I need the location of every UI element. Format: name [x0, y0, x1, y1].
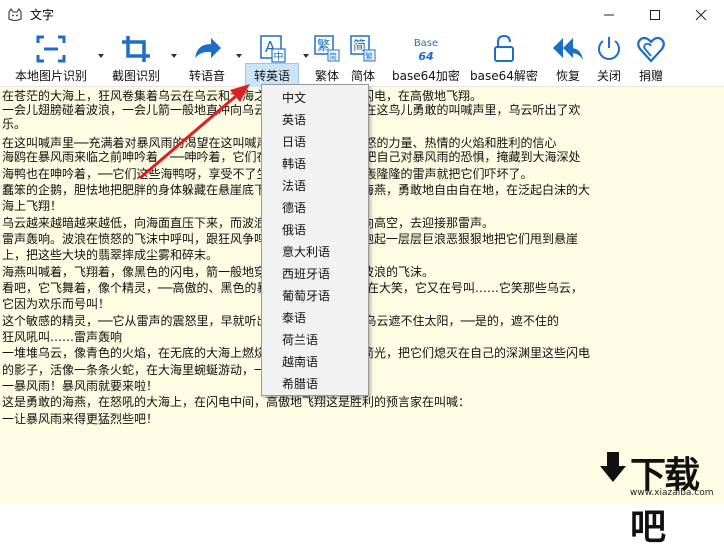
menu-item-greek[interactable]: 希腊语 — [262, 373, 368, 395]
menu-item-german[interactable]: 德语 — [262, 197, 368, 219]
menu-item-italian[interactable]: 意大利语 — [262, 241, 368, 263]
menu-item-japanese[interactable]: 日语 — [262, 131, 368, 153]
menu-item-thai[interactable]: 泰语 — [262, 307, 368, 329]
download-arrow-icon — [600, 452, 626, 482]
menu-item-russian[interactable]: 俄语 — [262, 219, 368, 241]
menu-item-chinese[interactable]: 中文 — [262, 87, 368, 109]
menu-item-spanish[interactable]: 西班牙语 — [262, 263, 368, 285]
watermark-url: www.xiazaiba.com — [630, 488, 714, 498]
menu-item-korean[interactable]: 韩语 — [262, 153, 368, 175]
menu-item-vietnamese[interactable]: 越南语 — [262, 351, 368, 373]
menu-item-english[interactable]: 英语 — [262, 109, 368, 131]
menu-item-french[interactable]: 法语 — [262, 175, 368, 197]
menu-item-dutch[interactable]: 荷兰语 — [262, 329, 368, 351]
language-dropdown-menu: 中文 英语 日语 韩语 法语 德语 俄语 意大利语 西班牙语 葡萄牙语 泰语 荷… — [261, 84, 369, 396]
watermark-text: 下载吧 — [630, 455, 700, 548]
menu-item-portuguese[interactable]: 葡萄牙语 — [262, 285, 368, 307]
watermark-logo: 下载吧 www.xiazaiba.com — [594, 444, 722, 548]
